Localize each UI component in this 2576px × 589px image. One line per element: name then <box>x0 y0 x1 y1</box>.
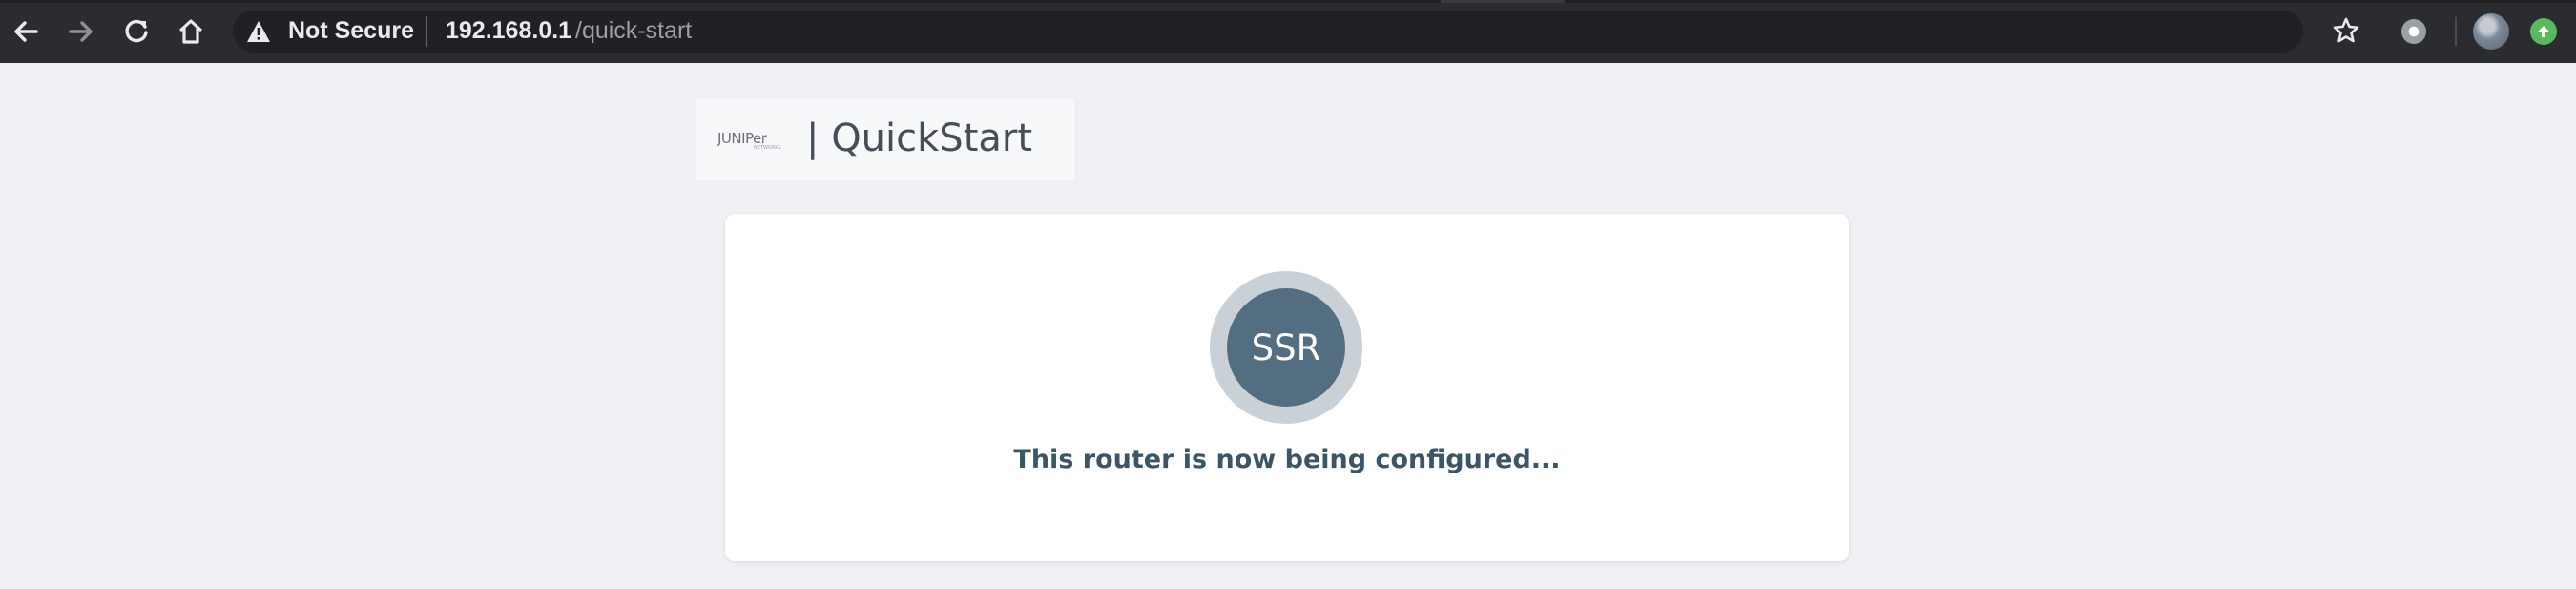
star-icon[interactable] <box>2332 16 2360 45</box>
reload-button[interactable] <box>116 11 156 52</box>
reload-icon <box>125 19 148 43</box>
home-button[interactable] <box>171 11 211 52</box>
url-path[interactable]: /quick-start <box>575 16 692 45</box>
back-button[interactable] <box>6 11 46 52</box>
juniper-logo: JUNIPer NETWORKS <box>717 130 781 151</box>
forward-arrow-icon <box>69 21 93 42</box>
warning-triangle-icon[interactable] <box>246 20 271 43</box>
home-icon <box>178 19 203 44</box>
tab-strip-edge <box>0 0 2576 3</box>
svg-text:NETWORKS: NETWORKS <box>754 145 781 151</box>
status-message: This router is now being configured... <box>1013 445 1561 474</box>
ssr-badge-label: SSR <box>1251 326 1321 368</box>
tab-strip-highlight <box>1441 0 1565 3</box>
browser-toolbar: Not Secure 192.168.0.1 /quick-start <box>0 0 2576 63</box>
url-divider <box>426 16 427 47</box>
forward-button[interactable] <box>61 11 101 52</box>
up-arrow-icon <box>2538 26 2549 37</box>
update-arrow-icon[interactable] <box>2530 18 2557 45</box>
extension-icon[interactable] <box>2401 19 2426 44</box>
security-status-label[interactable]: Not Secure <box>288 16 414 45</box>
profile-avatar[interactable] <box>2473 13 2509 50</box>
url-host[interactable]: 192.168.0.1 <box>446 16 571 45</box>
page-title: | QuickStart <box>806 116 1033 160</box>
toolbar-divider <box>2455 17 2457 46</box>
back-arrow-icon <box>14 21 38 42</box>
ssr-badge: SSR <box>1227 288 1345 407</box>
